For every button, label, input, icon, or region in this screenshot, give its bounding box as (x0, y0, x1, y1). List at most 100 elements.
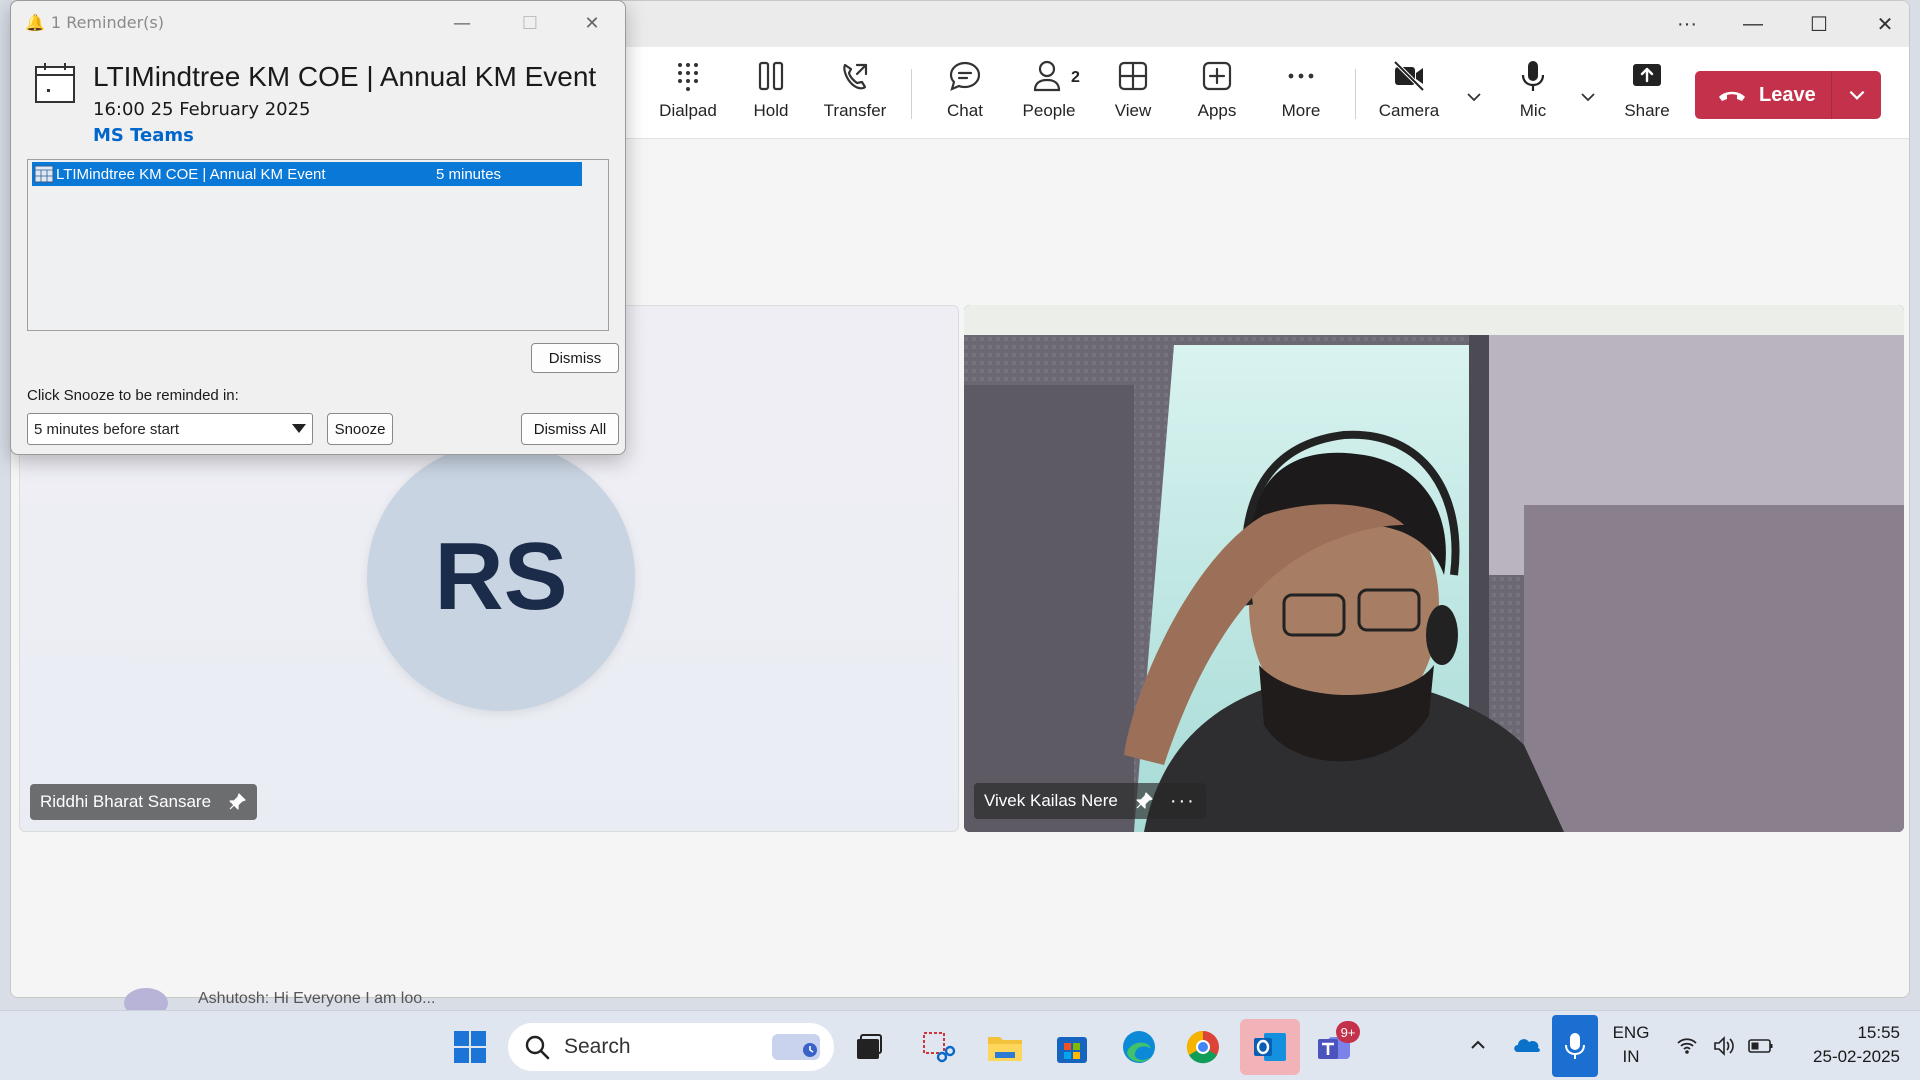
task-view-icon[interactable] (849, 1027, 889, 1067)
reminder-location: MS Teams (93, 125, 194, 146)
camera-label: Camera (1378, 101, 1440, 120)
snooze-select[interactable]: 5 minutes before start (27, 413, 313, 445)
clock-time: 15:55 (1857, 1023, 1900, 1042)
pin-icon[interactable] (227, 792, 247, 812)
reminder-subject: LTIMindtree KM COE | Annual KM Event (93, 61, 597, 92)
dialpad-label: Dialpad (659, 101, 717, 120)
close-button[interactable]: ✕ (577, 11, 607, 35)
camera-off-icon (1393, 60, 1425, 92)
grid-view-icon (1118, 61, 1148, 91)
participant-video-feed (964, 305, 1904, 832)
chrome-browser-icon[interactable] (1183, 1027, 1223, 1067)
taskbar-search[interactable]: Search (508, 1023, 834, 1071)
chat-preview-text[interactable]: Ashutosh: Hi Everyone I am loo... (198, 990, 435, 1008)
mic-options-chevron-icon[interactable] (1578, 87, 1598, 107)
chat-icon (949, 61, 981, 91)
more-label: More (1281, 101, 1321, 120)
toolbar-divider (1355, 69, 1356, 119)
volume-icon[interactable] (1712, 1035, 1736, 1057)
dialpad-icon (678, 63, 698, 91)
battery-icon[interactable] (1748, 1036, 1774, 1056)
reminder-time: 16:00 25 February 2025 (93, 99, 311, 120)
list-item-subject: LTIMindtree KM COE | Annual KM Event (56, 165, 326, 183)
chat-button[interactable]: Chat (925, 59, 1005, 131)
onedrive-icon[interactable] (1512, 1033, 1542, 1055)
snooze-selected-value: 5 minutes before start (34, 420, 180, 438)
mic-in-use-indicator[interactable] (1552, 1015, 1598, 1077)
participant-name-tag: Riddhi Bharat Sansare (30, 784, 258, 820)
minimize-button[interactable]: — (1723, 7, 1783, 41)
participant-name-tag: Vivek Kailas Nere ··· (974, 783, 1206, 819)
share-button[interactable]: Share (1607, 59, 1687, 131)
wifi-icon[interactable] (1676, 1035, 1698, 1057)
avatar: RS (367, 443, 635, 711)
leave-options-button[interactable] (1832, 84, 1881, 106)
leave-main-button[interactable]: Leave (1695, 71, 1831, 119)
more-options-icon[interactable]: ··· (1657, 7, 1717, 41)
microsoft-store-icon[interactable] (1052, 1027, 1092, 1067)
teams-notification-badge: 9+ (1336, 1021, 1360, 1043)
more-icon (1288, 73, 1314, 79)
camera-options-chevron-icon[interactable] (1464, 87, 1484, 107)
participant-name: Riddhi Bharat Sansare (40, 792, 212, 811)
chevron-up-icon[interactable] (1468, 1035, 1488, 1055)
close-button[interactable]: ✕ (1855, 7, 1909, 41)
region-code: IN (1622, 1047, 1640, 1066)
taskbar: Search 9+ ENG IN 15:55 25-02-2025 (0, 1010, 1920, 1080)
people-icon (1033, 60, 1061, 92)
camera-button[interactable]: Camera (1369, 59, 1449, 131)
people-button[interactable]: 2 People (1009, 59, 1089, 131)
dismiss-all-button[interactable]: Dismiss All (521, 413, 619, 445)
view-label: View (1114, 101, 1152, 120)
hang-up-icon (1719, 91, 1745, 101)
participant-video-tile[interactable]: Vivek Kailas Nere ··· (964, 305, 1904, 832)
list-item[interactable]: LTIMindtree KM COE | Annual KM Event 5 m… (32, 162, 582, 186)
more-options-icon[interactable]: ··· (1170, 790, 1196, 813)
pin-icon[interactable] (1134, 791, 1154, 811)
clock[interactable]: 15:55 25-02-2025 (1790, 1021, 1900, 1069)
people-label: People (1022, 101, 1076, 120)
edge-browser-icon[interactable] (1119, 1027, 1159, 1067)
minimize-button[interactable]: — (447, 11, 477, 35)
hold-button[interactable]: Hold (731, 59, 811, 131)
input-language[interactable]: ENG IN (1608, 1021, 1654, 1069)
windows-start-icon[interactable] (450, 1027, 490, 1067)
snipping-tool-icon[interactable] (918, 1027, 958, 1067)
more-button[interactable]: More (1261, 59, 1341, 131)
maximize-button[interactable]: ☐ (1789, 7, 1849, 41)
microphone-icon (1565, 1033, 1585, 1059)
mic-label: Mic (1519, 101, 1547, 120)
snooze-button[interactable]: Snooze (327, 413, 393, 445)
dialpad-button[interactable]: Dialpad (648, 59, 728, 131)
transfer-button[interactable]: Transfer (815, 59, 895, 131)
apps-button[interactable]: Apps (1177, 59, 1257, 131)
clock-date: 25-02-2025 (1813, 1047, 1900, 1066)
share-screen-icon (1633, 64, 1661, 86)
search-placeholder: Search (564, 1035, 631, 1058)
list-item-due: 5 minutes (436, 165, 502, 183)
people-count: 2 (1071, 69, 1080, 86)
chevron-down-icon (1849, 90, 1864, 100)
reminder-title-text: 1 Reminder(s) (50, 13, 164, 32)
outlook-icon[interactable] (1250, 1027, 1290, 1067)
search-highlight-icon (772, 1034, 820, 1060)
leave-label: Leave (1759, 83, 1816, 106)
language-code: ENG (1612, 1023, 1650, 1042)
pause-icon (758, 61, 784, 91)
snooze-hint: Click Snooze to be reminded in: (27, 387, 239, 404)
dismiss-button[interactable]: Dismiss (531, 343, 619, 373)
hold-label: Hold (753, 101, 789, 120)
calendar-icon (35, 63, 75, 103)
reminder-dialog: 🔔 1 Reminder(s) — ☐ ✕ LTIMindtree KM COE… (10, 0, 626, 455)
search-icon (525, 1035, 550, 1060)
transfer-label: Transfer (823, 101, 887, 120)
dropdown-arrow-icon (292, 424, 306, 433)
mic-button[interactable]: Mic (1493, 59, 1573, 131)
apps-label: Apps (1197, 101, 1237, 120)
view-button[interactable]: View (1093, 59, 1173, 131)
file-explorer-icon[interactable] (985, 1027, 1025, 1067)
reminder-list[interactable]: LTIMindtree KM COE | Annual KM Event 5 m… (27, 159, 609, 331)
call-transfer-icon (843, 63, 868, 90)
leave-button[interactable]: Leave (1695, 71, 1881, 119)
toolbar-divider (911, 69, 912, 119)
